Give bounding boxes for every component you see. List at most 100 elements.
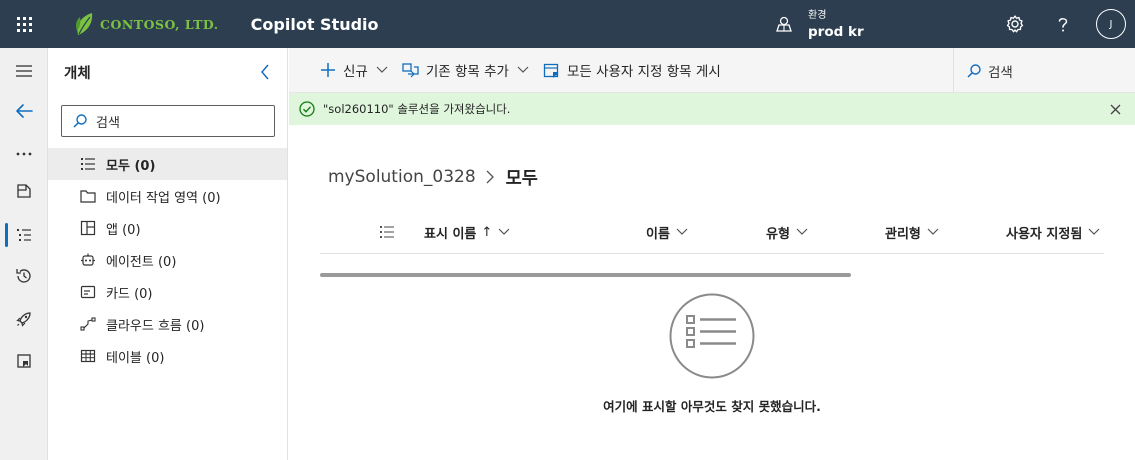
environment-label: 환경 (808, 10, 827, 21)
success-notification: "sol260110" 솔루션을 가져왔습니다. (289, 93, 1135, 125)
waffle-icon (16, 16, 32, 32)
objects-search-placeholder: 검색 (96, 115, 120, 131)
chevron-down-icon (796, 226, 808, 238)
avatar-initial: J (1109, 18, 1113, 30)
chevron-right-icon (486, 170, 498, 184)
column-header-name[interactable]: 이름 (646, 211, 688, 253)
dismiss-notification-button[interactable] (1107, 101, 1123, 117)
column-header-display-name[interactable]: 표시 이름 ↑ (424, 211, 510, 253)
app-icon (79, 219, 97, 237)
rail-history-button[interactable] (0, 256, 48, 296)
column-options-button[interactable] (379, 211, 395, 253)
objects-item-label: 데이터 작업 영역 (0) (106, 190, 221, 206)
objects-item-label: 클라우드 흐름 (0) (106, 318, 205, 334)
column-label: 유형 (766, 226, 790, 242)
search-icon (73, 114, 87, 128)
objects-item-cards[interactable]: 카드 (0) (48, 276, 287, 308)
question-mark-icon (1058, 18, 1068, 32)
objects-item-label: 테이블 (0) (106, 350, 165, 366)
add-existing-icon (402, 61, 420, 79)
help-button[interactable] (1051, 12, 1075, 36)
back-button[interactable] (0, 91, 48, 131)
breadcrumb: mySolution_0328 모두 (328, 164, 538, 190)
objects-item-tables[interactable]: 테이블 (0) (48, 340, 287, 372)
objects-panel-title: 개체 (64, 66, 91, 82)
column-label: 관리형 (885, 226, 921, 242)
column-header-managed[interactable]: 관리형 (885, 211, 939, 253)
hamburger-icon (16, 65, 32, 77)
notification-message: "sol260110" 솔루션을 가져왔습니다. (323, 102, 511, 116)
rail-overview-button[interactable] (0, 171, 48, 211)
publish-all-label: 모든 사용자 지정 항목 게시 (566, 64, 721, 80)
agent-icon (79, 251, 97, 269)
chevron-down-icon (517, 64, 529, 76)
table-icon (79, 347, 97, 365)
search-icon (967, 63, 981, 78)
chevron-down-icon (376, 64, 388, 76)
objects-item-dataspaces[interactable]: 데이터 작업 영역 (0) (48, 180, 287, 212)
chevron-left-icon (261, 64, 269, 80)
environment-icon (776, 16, 792, 32)
rail-objects-button[interactable] (0, 215, 48, 255)
objects-item-agents[interactable]: 에이전트 (0) (48, 244, 287, 276)
loading-progress-bar (320, 273, 851, 277)
objects-item-label: 카드 (0) (106, 286, 153, 302)
gear-icon (1006, 15, 1024, 33)
app-launcher-button[interactable] (0, 0, 48, 48)
rail-deploy-button[interactable] (0, 299, 48, 339)
column-label: 사용자 지정됨 (1006, 226, 1083, 242)
column-header-customized[interactable]: 사용자 지정됨 (1006, 211, 1100, 253)
settings-button[interactable] (1003, 12, 1027, 36)
empty-list-icon (669, 293, 755, 379)
breadcrumb-solution-link[interactable]: mySolution_0328 (328, 167, 476, 187)
objects-panel: 개체 검색 모두 (0) 데이터 작업 영역 (0) 앱 (0) 에이전트 (0… (48, 48, 288, 460)
column-label: 이름 (646, 226, 670, 242)
chevron-down-icon (927, 226, 939, 238)
publish-icon (543, 61, 561, 79)
add-existing-label: 기존 항목 추가 (425, 64, 509, 80)
flow-icon (79, 315, 97, 333)
environment-picker[interactable]: 환경 prod kr (775, 4, 864, 44)
left-nav-rail (0, 48, 48, 460)
user-avatar[interactable]: J (1096, 9, 1126, 39)
publish-all-customizations-button[interactable]: 모든 사용자 지정 항목 게시 (529, 48, 721, 93)
empty-state-message: 여기에 표시할 아무것도 찾지 못했습니다. (603, 399, 821, 414)
nav-menu-button[interactable] (0, 51, 48, 91)
objects-item-label: 에이전트 (0) (106, 254, 177, 270)
column-header-type[interactable]: 유형 (766, 211, 808, 253)
rail-publish-button[interactable] (0, 341, 48, 381)
command-bar: 신규 기존 항목 추가 모든 사용자 지정 항목 게시 검색 (289, 48, 1135, 93)
folder-icon (79, 187, 97, 205)
objects-item-apps[interactable]: 앱 (0) (48, 212, 287, 244)
objects-item-label: 앱 (0) (106, 222, 141, 238)
chevron-down-icon (676, 226, 688, 238)
rocket-icon (16, 312, 31, 327)
history-icon (16, 269, 31, 283)
collapse-panel-button[interactable] (253, 60, 277, 84)
list-icon (380, 226, 394, 238)
add-existing-button[interactable]: 기존 항목 추가 (388, 48, 529, 93)
close-icon (1110, 104, 1120, 114)
brand-logo[interactable]: CONTOSO, LTD. (74, 11, 219, 37)
more-button[interactable] (0, 134, 48, 174)
column-label: 표시 이름 (424, 226, 477, 242)
chevron-down-icon (498, 226, 510, 238)
publish-icon (17, 354, 31, 368)
list-icon (79, 155, 97, 173)
plus-icon (319, 61, 337, 79)
checkmark-circle-icon (299, 101, 315, 117)
sort-ascending-icon: ↑ (481, 224, 493, 240)
objects-item-cloud-flows[interactable]: 클라우드 흐름 (0) (48, 308, 287, 340)
book-icon (17, 184, 31, 198)
app-title[interactable]: Copilot Studio (251, 15, 379, 34)
command-search-placeholder: 검색 (988, 64, 1013, 81)
ellipsis-icon (16, 152, 32, 156)
top-bar: CONTOSO, LTD. Copilot Studio 환경 prod kr … (0, 0, 1135, 48)
objects-item-all[interactable]: 모두 (0) (48, 148, 287, 180)
objects-search-input[interactable]: 검색 (61, 105, 275, 137)
chevron-down-icon (1088, 226, 1100, 238)
objects-item-label: 모두 (0) (106, 158, 156, 174)
leaf-logo-icon (76, 13, 93, 35)
new-button[interactable]: 신규 (289, 48, 388, 93)
command-search-input[interactable]: 검색 (953, 48, 1135, 93)
